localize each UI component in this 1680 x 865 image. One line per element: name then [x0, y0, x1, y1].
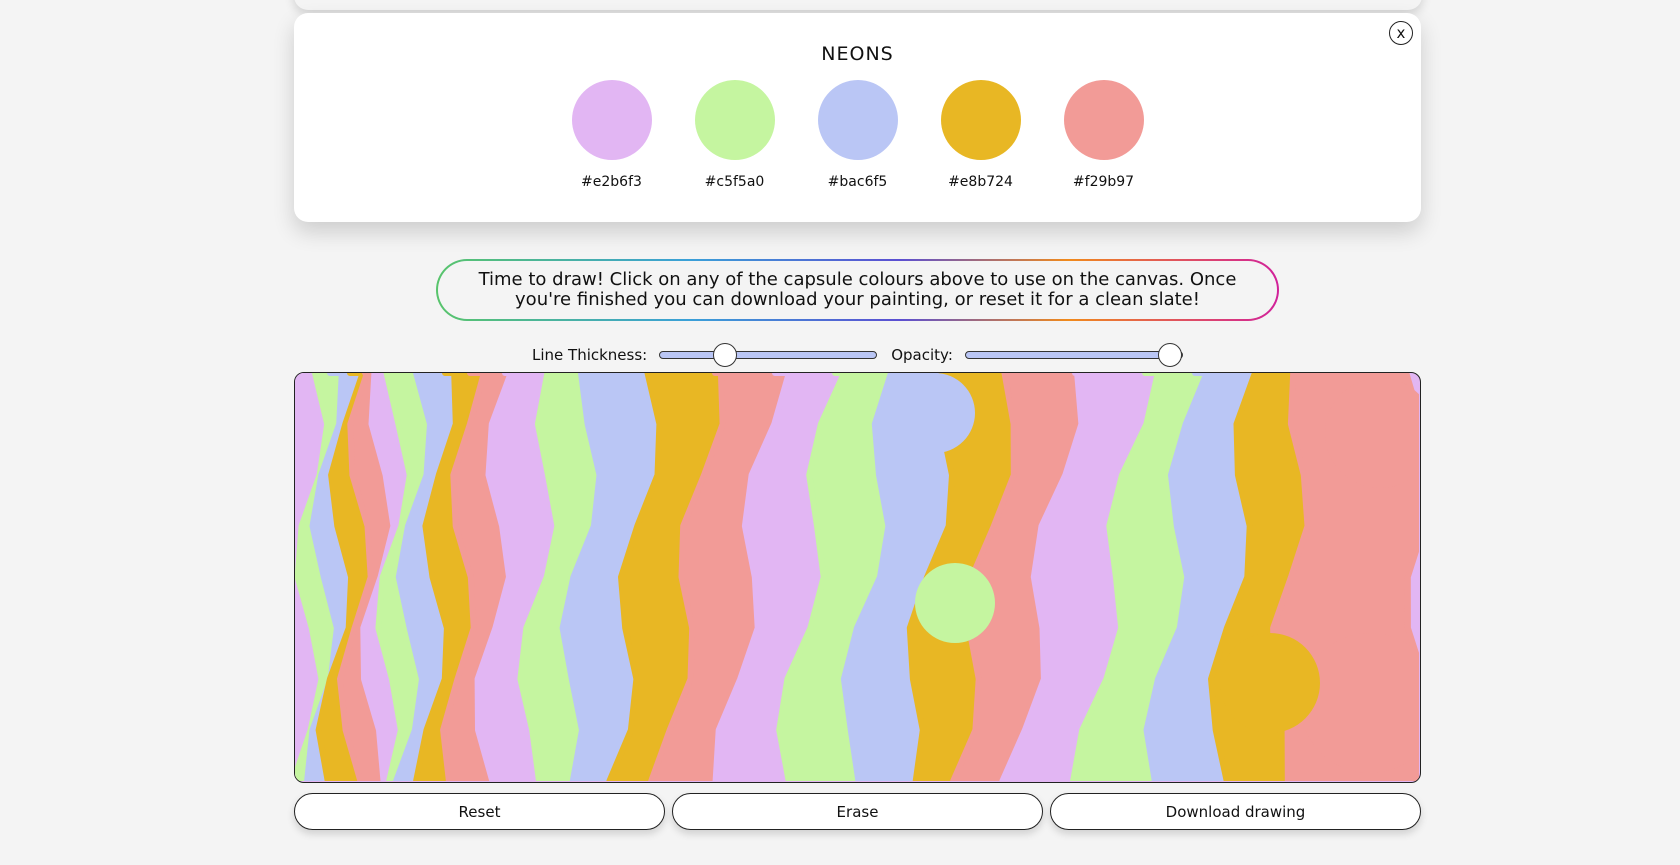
erase-button[interactable]: Erase — [672, 793, 1043, 830]
paint-blob — [895, 373, 975, 453]
color-swatch[interactable] — [817, 80, 898, 160]
opacity-handle[interactable] — [1157, 343, 1182, 367]
line-thickness-label: Line Thickness: — [532, 346, 648, 364]
swatch-item[interactable]: #c5f5a0 — [694, 80, 775, 190]
reset-button[interactable]: Reset — [294, 793, 665, 830]
opacity-label: Opacity: — [891, 346, 953, 364]
swatch-hex-label: #e2b6f3 — [581, 174, 642, 190]
painting-strokes — [295, 373, 1419, 781]
download-button[interactable]: Download drawing — [1050, 793, 1421, 830]
swatch-item[interactable]: #f29b97 — [1063, 80, 1144, 190]
swatch-hex-label: #f29b97 — [1072, 174, 1135, 190]
paint-blob — [1220, 633, 1320, 733]
instruction-banner: Time to draw! Click on any of the capsul… — [436, 259, 1279, 321]
color-swatch[interactable] — [1063, 80, 1144, 160]
swatch-item[interactable]: #e8b724 — [940, 80, 1021, 190]
swatch-hex-label: #e8b724 — [948, 174, 1013, 190]
paint-blob — [915, 563, 995, 643]
opacity-slider[interactable] — [964, 343, 1183, 367]
palette-card: NEONS x #e2b6f3 #c5f5a0 #bac6f5 #e8b724 … — [294, 13, 1421, 222]
swatch-hex-label: #bac6f5 — [827, 174, 888, 190]
line-thickness-handle[interactable] — [712, 343, 737, 367]
line-thickness-slider[interactable] — [659, 343, 878, 367]
close-icon[interactable]: x — [1389, 21, 1413, 45]
header-shadow — [294, 0, 1422, 10]
swatch-list: #e2b6f3 #c5f5a0 #bac6f5 #e8b724 #f29b97 — [294, 80, 1421, 190]
color-swatch[interactable] — [571, 80, 652, 160]
color-swatch[interactable] — [694, 80, 775, 160]
drawing-controls: Line Thickness: Opacity: — [532, 343, 1183, 367]
drawing-canvas[interactable] — [294, 372, 1421, 783]
action-buttons: Reset Erase Download drawing — [294, 793, 1421, 830]
swatch-item[interactable]: #bac6f5 — [817, 80, 898, 190]
swatch-hex-label: #c5f5a0 — [704, 174, 765, 190]
instruction-text: Time to draw! Click on any of the capsul… — [438, 261, 1277, 319]
swatch-item[interactable]: #e2b6f3 — [571, 80, 652, 190]
palette-title: NEONS — [821, 43, 894, 65]
color-swatch[interactable] — [940, 80, 1021, 160]
